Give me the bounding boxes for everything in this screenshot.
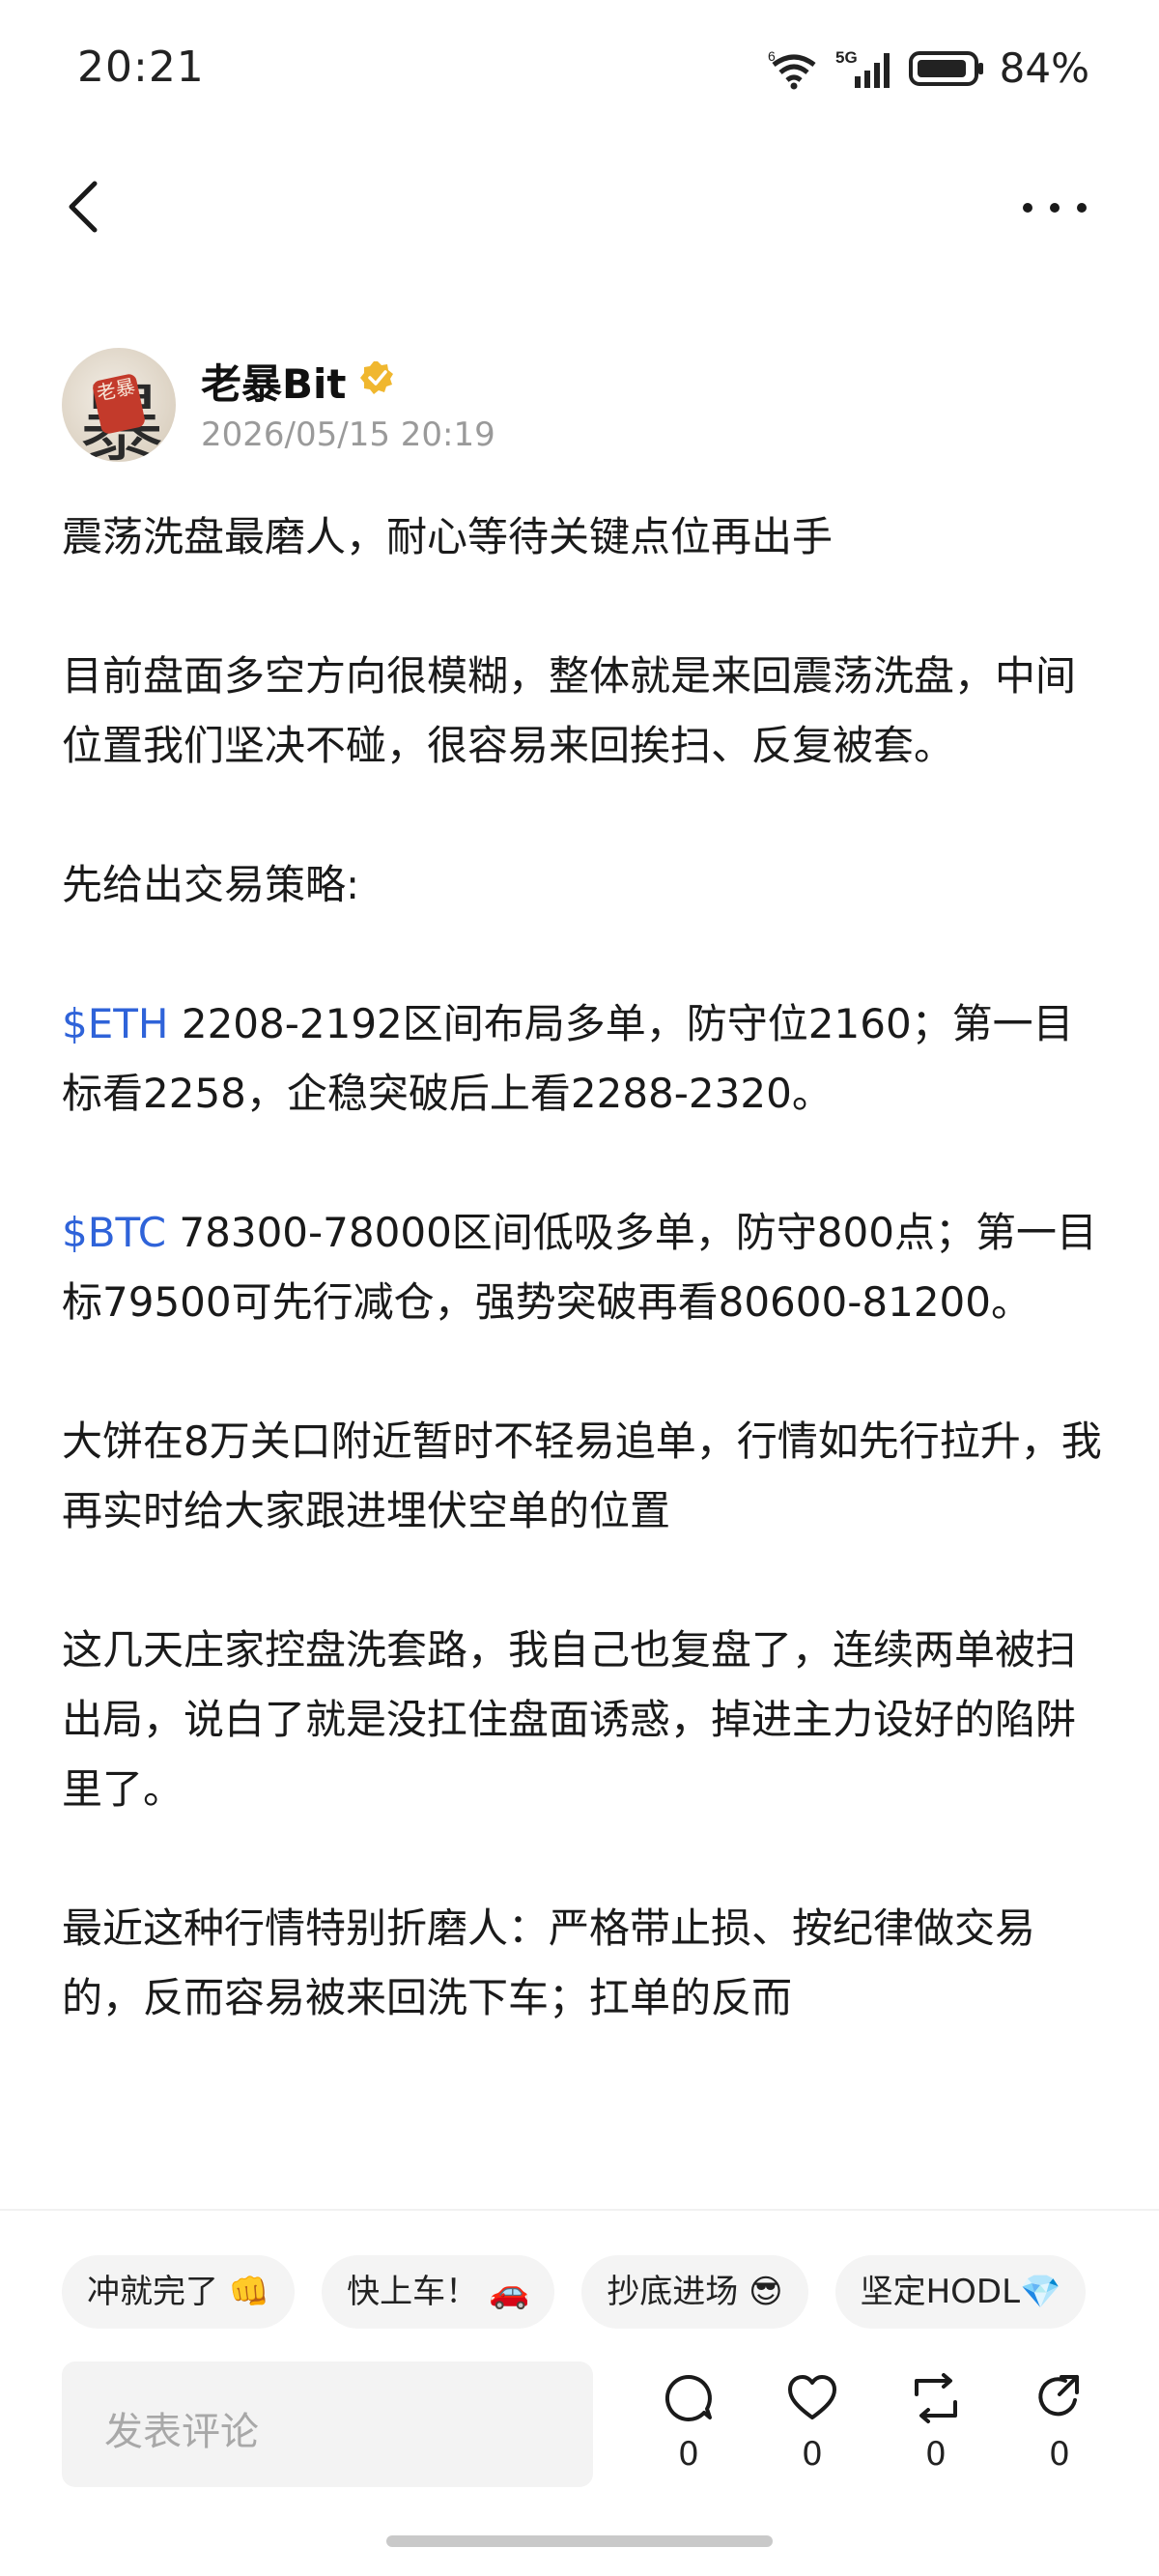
post-paragraph-eth: $ETH 2208-2192区间布局多单，防守位2160；第一目标看2258，企…	[62, 989, 1105, 1129]
post-content: 震荡洗盘最磨人，耐心等待关键点位再出手 目前盘面多空方向很模糊，整体就是来回震荡…	[62, 502, 1105, 2103]
eth-tag-link[interactable]: $ETH	[62, 1000, 169, 1047]
status-bar: 20:21 6 5G 84%	[0, 0, 1159, 145]
comment-placeholder: 发表评论	[104, 2410, 259, 2454]
repost-icon	[915, 2373, 957, 2423]
post-paragraph: 这几天庄家控盘洗套路，我自己也复盘了，连续两单被扫出局，说白了就是没扛住盘面诱惑…	[62, 1626, 1077, 1813]
comment-button[interactable]: 0	[645, 2371, 732, 2487]
home-indicator[interactable]	[386, 2535, 773, 2547]
repost-count: 0	[925, 2435, 947, 2474]
like-button[interactable]: 0	[769, 2371, 856, 2487]
quick-reply-chip[interactable]: 坚定HODL💎	[834, 2255, 1087, 2329]
avatar[interactable]: 暴 老暴	[62, 348, 176, 462]
more-button[interactable]	[1016, 188, 1093, 227]
quick-reply-chip[interactable]: 冲就完了 👊	[62, 2255, 296, 2329]
post-paragraph: 先给出交易策略:	[62, 861, 360, 908]
post-paragraph: 最近这种行情特别折磨人：严格带止损、按纪律做交易的，反而容易被来回洗下车；扛单的…	[62, 1904, 1036, 2021]
network-type: 5G	[835, 48, 858, 67]
post-paragraph: 目前盘面多空方向很模糊，整体就是来回震荡洗盘，中间位置我们坚决不碰，很容易来回挨…	[62, 652, 1077, 769]
quick-reply-chip[interactable]: 快上车！ 🚗	[322, 2255, 555, 2329]
repost-button[interactable]: 0	[892, 2371, 979, 2487]
bottom-action-bar: 冲就完了 👊 快上车！ 🚗 抄底进场 😎 坚定HODL💎 发表评论 0 0 0	[0, 2209, 1159, 2576]
author-name[interactable]: 老暴Bit	[201, 352, 347, 411]
btc-tag-link[interactable]: $BTC	[62, 1209, 166, 1256]
more-icon	[1023, 203, 1087, 213]
share-count: 0	[1049, 2435, 1070, 2474]
post-paragraph-btc: $BTC 78300-78000区间低吸多单，防守800点；第一目标79500可…	[62, 1198, 1105, 1337]
battery-percentage: 84%	[999, 44, 1089, 92]
back-button[interactable]	[60, 178, 106, 236]
battery-icon	[908, 50, 983, 86]
btc-strategy-text: 78300-78000区间低吸多单，防守800点；第一目标79500可先行减仓，…	[62, 1209, 1097, 1326]
like-count: 0	[802, 2435, 823, 2474]
quick-reply-chips: 冲就完了 👊 快上车！ 🚗 抄底进场 😎 坚定HODL💎	[62, 2255, 1087, 2329]
post-time: 2026/05/15 20:19	[201, 415, 495, 454]
verified-icon	[360, 361, 393, 394]
eth-strategy-text: 2208-2192区间布局多单，防守位2160；第一目标看2258，企稳突破后上…	[62, 1000, 1074, 1117]
post-paragraph: 大饼在8万关口附近暂时不轻易追单，行情如先行拉升，我再实时给大家跟进埋伏空单的位…	[62, 1417, 1102, 1534]
comment-count: 0	[678, 2435, 699, 2474]
comment-input[interactable]: 发表评论	[62, 2361, 593, 2487]
signal-icon: 5G	[835, 48, 890, 88]
status-time: 20:21	[77, 43, 205, 92]
like-icon	[788, 2375, 836, 2419]
back-icon	[69, 181, 98, 233]
share-icon	[1038, 2375, 1079, 2417]
share-button[interactable]: 0	[1016, 2371, 1103, 2487]
comment-icon	[664, 2374, 712, 2421]
quick-reply-chip[interactable]: 抄底进场 😎	[581, 2255, 808, 2329]
wifi-icon: 6	[768, 48, 816, 89]
status-indicators: 6 5G 84%	[766, 44, 1089, 92]
post-paragraph: 震荡洗盘最磨人，耐心等待关键点位再出手	[62, 513, 834, 560]
